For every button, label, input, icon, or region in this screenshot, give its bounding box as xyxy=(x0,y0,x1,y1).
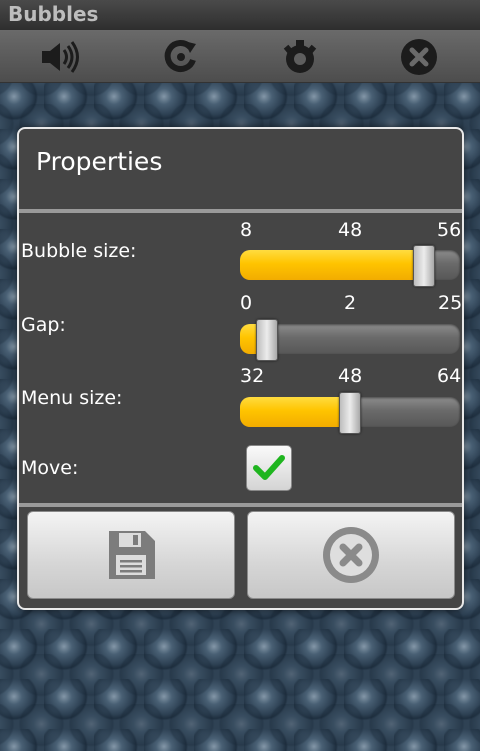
app-title: Bubbles xyxy=(8,2,99,26)
cancel-button[interactable] xyxy=(247,511,455,599)
speaker-icon[interactable] xyxy=(38,36,80,78)
settings-icon[interactable] xyxy=(279,36,321,78)
menu-size-max: 64 xyxy=(437,365,462,387)
dialog-title: Properties xyxy=(36,147,163,176)
button-divider xyxy=(19,503,462,507)
dialog-divider xyxy=(19,209,462,213)
bubble-size-fill xyxy=(240,250,425,280)
app-title-bar: Bubbles xyxy=(0,0,480,30)
checkmark-icon xyxy=(253,455,285,480)
save-icon xyxy=(109,531,155,579)
gap-max: 25 xyxy=(438,292,463,314)
move-label: Move: xyxy=(21,457,79,479)
move-checkbox[interactable] xyxy=(246,445,292,491)
bubble-size-max: 56 xyxy=(437,219,462,241)
properties-dialog: Properties 8 48 56 Bubble size: 0 2 25 G… xyxy=(17,127,464,610)
cancel-icon xyxy=(323,527,379,583)
menu-size-label: Menu size: xyxy=(21,387,123,409)
gap-thumb[interactable] xyxy=(255,319,278,361)
bubble-size-thumb[interactable] xyxy=(413,245,436,287)
menu-size-min: 32 xyxy=(240,365,265,387)
close-icon[interactable] xyxy=(398,36,440,78)
bubble-size-min: 8 xyxy=(240,219,253,241)
menu-size-fill xyxy=(240,397,350,427)
toolbar xyxy=(0,30,480,83)
gap-min: 0 xyxy=(240,292,253,314)
menu-size-value: 48 xyxy=(338,365,363,387)
restart-icon[interactable] xyxy=(160,36,202,78)
gap-label: Gap: xyxy=(21,314,66,336)
gap-value: 2 xyxy=(344,292,357,314)
bubble-size-value: 48 xyxy=(338,219,363,241)
bubble-size-label: Bubble size: xyxy=(21,240,137,262)
save-button[interactable] xyxy=(27,511,235,599)
menu-size-thumb[interactable] xyxy=(339,392,361,434)
